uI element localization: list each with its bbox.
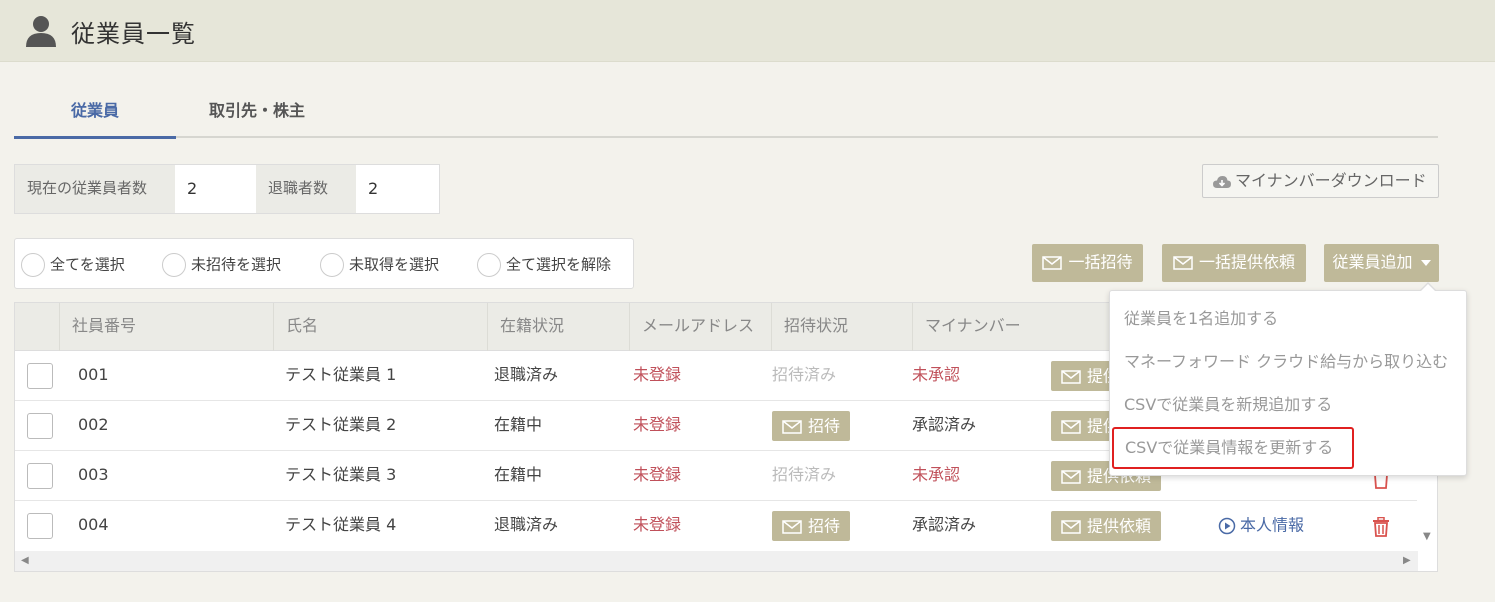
- column-header-email[interactable]: メールアドレス: [629, 303, 771, 351]
- retired-count-value: 2: [356, 165, 439, 213]
- column-header-status[interactable]: 在籍状況: [487, 303, 629, 351]
- bulk-invite-label: 一括招待: [1068, 252, 1133, 272]
- current-employee-count-value: 2: [175, 165, 256, 213]
- mynumber-download-label: マイナンバーダウンロード: [1235, 171, 1427, 190]
- employment-status: 在籍中: [494, 465, 543, 484]
- request-provide-button[interactable]: 提供依頼: [1051, 511, 1162, 541]
- person-icon: [26, 16, 56, 47]
- employee-number: 004: [78, 515, 109, 534]
- employment-status: 在籍中: [494, 415, 543, 434]
- tab-employees[interactable]: 従業員: [14, 90, 176, 139]
- mynumber-status: 承認済み: [912, 415, 977, 434]
- radio-select-uninvited[interactable]: 未招待を選択: [162, 252, 281, 278]
- radio-deselect-all[interactable]: 全て選択を解除: [477, 252, 611, 278]
- email-status: 未登録: [633, 465, 682, 484]
- bulk-request-button[interactable]: 一括提供依頼: [1162, 244, 1306, 282]
- request-provide-label: 提供依頼: [1087, 516, 1152, 536]
- page-header: 従業員一覧: [0, 0, 1495, 62]
- bulk-request-label: 一括提供依頼: [1198, 252, 1295, 272]
- tab-partners-shareholders[interactable]: 取引先・株主: [176, 90, 338, 138]
- personal-info-link[interactable]: 本人情報: [1218, 501, 1304, 551]
- mail-icon: [1061, 519, 1081, 534]
- employment-status: 退職済み: [494, 515, 559, 534]
- scroll-down-arrow[interactable]: ▼: [1423, 531, 1431, 542]
- invite-label: 招待: [808, 416, 841, 436]
- invite-button[interactable]: 招待: [772, 411, 851, 441]
- email-status: 未登録: [633, 515, 682, 534]
- row-checkbox[interactable]: [27, 513, 53, 539]
- add-employee-label: 従業員追加: [1332, 252, 1413, 272]
- employment-status: 退職済み: [494, 365, 559, 384]
- employee-counts: 現在の従業員者数 2 退職者数 2: [14, 164, 440, 214]
- mail-icon: [782, 519, 802, 534]
- dropdown-caret-inner: [1420, 284, 1436, 292]
- mail-icon: [1061, 469, 1081, 484]
- radio-label: 未招待を選択: [191, 255, 282, 274]
- trash-icon[interactable]: [1372, 517, 1390, 537]
- add-employee-button[interactable]: 従業員追加: [1324, 244, 1439, 282]
- table-row: 004 テスト従業員 4 退職済み 未登録 招待 承認済み 提供依頼 本人情報: [15, 501, 1417, 551]
- row-checkbox[interactable]: [27, 463, 53, 489]
- radio-select-unacquired[interactable]: 未取得を選択: [320, 252, 439, 278]
- invite-status: 招待済み: [772, 465, 837, 484]
- mail-icon: [1061, 419, 1081, 434]
- row-checkbox[interactable]: [27, 413, 53, 439]
- invite-status: 招待済み: [772, 365, 837, 384]
- caret-down-icon: [1420, 259, 1431, 266]
- mynumber-download-button[interactable]: マイナンバーダウンロード: [1202, 164, 1439, 198]
- radio-circle: [162, 252, 186, 277]
- invite-button[interactable]: 招待: [772, 511, 851, 541]
- radio-label: 全て選択を解除: [506, 255, 612, 274]
- invite-label: 招待: [808, 516, 841, 536]
- radio-select-all[interactable]: 全てを選択: [21, 252, 125, 278]
- selection-options: 全てを選択 未招待を選択 未取得を選択 全て選択を解除: [14, 238, 634, 289]
- employee-number: 003: [78, 465, 109, 484]
- menu-item-csv-add-new[interactable]: CSVで従業員を新規追加する: [1124, 390, 1332, 420]
- radio-circle: [477, 252, 501, 277]
- retired-count-label: 退職者数: [268, 179, 329, 197]
- employee-name: テスト従業員 4: [285, 515, 397, 534]
- email-status: 未登録: [633, 415, 682, 434]
- employee-name: テスト従業員 1: [285, 365, 397, 384]
- menu-item-add-one-employee[interactable]: 従業員を1名追加する: [1124, 304, 1278, 334]
- current-employee-count-label: 現在の従業員者数: [27, 179, 148, 197]
- row-checkbox[interactable]: [27, 363, 53, 389]
- column-header-mynumber[interactable]: マイナンバー: [912, 303, 1102, 351]
- tab-bar: 従業員 取引先・株主: [14, 90, 1438, 139]
- employee-number: 001: [78, 365, 109, 384]
- column-header-employee-number[interactable]: 社員番号: [59, 303, 273, 351]
- scroll-left-arrow[interactable]: ◀: [21, 555, 29, 566]
- bulk-invite-button[interactable]: 一括招待: [1032, 244, 1143, 282]
- mail-icon: [1173, 255, 1193, 270]
- cloud-download-icon: [1213, 175, 1231, 188]
- mail-icon: [1061, 369, 1081, 384]
- page-title: 従業員一覧: [71, 20, 196, 48]
- add-employee-dropdown: 従業員を1名追加する マネーフォワード クラウド給与から取り込む CSVで従業員…: [1109, 282, 1467, 476]
- mynumber-status: 未承認: [912, 465, 961, 484]
- column-header-invite-status[interactable]: 招待状況: [771, 303, 912, 351]
- radio-circle: [21, 252, 45, 277]
- mynumber-status: 承認済み: [912, 515, 977, 534]
- employee-name: テスト従業員 2: [285, 415, 397, 434]
- menu-item-csv-update[interactable]: CSVで従業員情報を更新する: [1112, 427, 1354, 469]
- column-header-name[interactable]: 氏名: [273, 303, 487, 351]
- radio-label: 未取得を選択: [349, 255, 440, 274]
- radio-label: 全てを選択: [50, 255, 125, 274]
- email-status: 未登録: [633, 365, 682, 384]
- mail-icon: [782, 419, 802, 434]
- scroll-right-arrow[interactable]: ▶: [1403, 555, 1411, 566]
- menu-item-import-from-mf-payroll[interactable]: マネーフォワード クラウド給与から取り込む: [1124, 347, 1448, 377]
- employee-name: テスト従業員 3: [285, 465, 397, 484]
- employee-number: 002: [78, 415, 109, 434]
- horizontal-scrollbar[interactable]: ◀ ▶: [15, 551, 1418, 571]
- mail-icon: [1042, 255, 1063, 270]
- personal-info-label: 本人情報: [1240, 515, 1305, 535]
- play-circle-icon: [1218, 517, 1236, 534]
- radio-circle: [320, 252, 344, 277]
- mynumber-status: 未承認: [912, 365, 961, 384]
